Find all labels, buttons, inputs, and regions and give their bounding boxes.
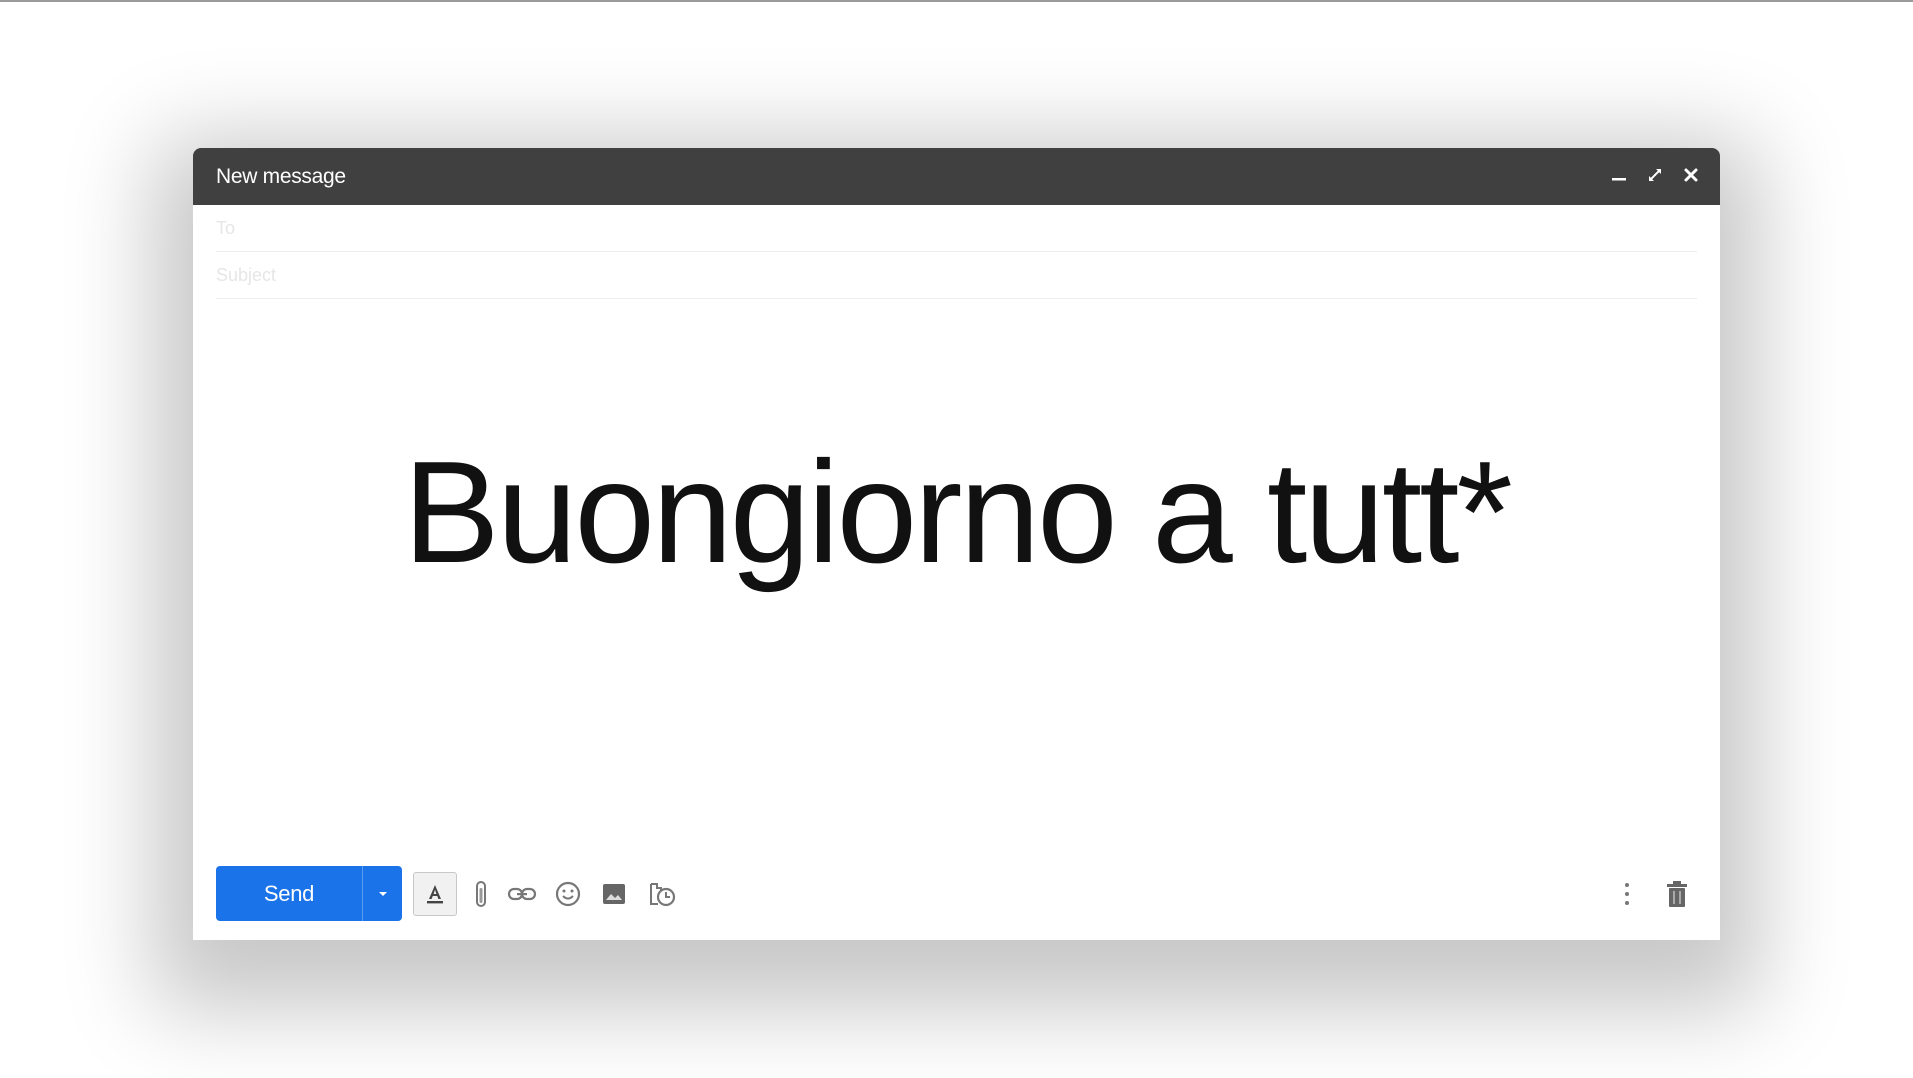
send-button-group: Send bbox=[216, 866, 402, 921]
more-options-icon bbox=[1625, 882, 1629, 905]
top-border bbox=[0, 0, 1913, 2]
expand-icon[interactable] bbox=[1644, 162, 1666, 188]
attach-files-button[interactable] bbox=[465, 866, 497, 921]
compose-title: New message bbox=[216, 165, 346, 188]
message-body[interactable]: Buongiorno a tutt* bbox=[193, 440, 1720, 585]
compose-titlebar[interactable]: New message bbox=[193, 148, 1720, 205]
schedule-icon bbox=[650, 882, 676, 906]
send-button[interactable]: Send bbox=[216, 866, 362, 921]
subject-field bbox=[216, 252, 1697, 299]
discard-draft-button[interactable] bbox=[1661, 866, 1693, 921]
emoji-icon bbox=[555, 881, 581, 906]
window-controls bbox=[1608, 162, 1702, 188]
compose-toolbar: Send bbox=[216, 866, 1697, 922]
to-input[interactable] bbox=[216, 205, 1697, 251]
minimize-icon[interactable] bbox=[1608, 162, 1630, 188]
schedule-send-button[interactable] bbox=[642, 866, 682, 921]
close-icon[interactable] bbox=[1680, 162, 1702, 188]
more-options-button[interactable] bbox=[1615, 866, 1639, 921]
send-options-button[interactable] bbox=[363, 866, 402, 921]
subject-input[interactable] bbox=[216, 252, 1697, 298]
formatting-icon bbox=[427, 885, 443, 904]
link-icon bbox=[507, 887, 537, 900]
to-field bbox=[216, 205, 1697, 252]
insert-emoji-button[interactable] bbox=[550, 866, 586, 921]
attach-icon bbox=[476, 880, 486, 907]
formatting-options-button[interactable] bbox=[413, 872, 457, 916]
trash-icon bbox=[1667, 880, 1687, 907]
insert-link-button[interactable] bbox=[503, 866, 541, 921]
insert-photo-button[interactable] bbox=[596, 866, 632, 921]
chevron-down-icon bbox=[378, 891, 387, 896]
photo-icon bbox=[603, 883, 625, 904]
compose-window: New message Buongiorno a tutt* Send bbox=[193, 148, 1720, 940]
